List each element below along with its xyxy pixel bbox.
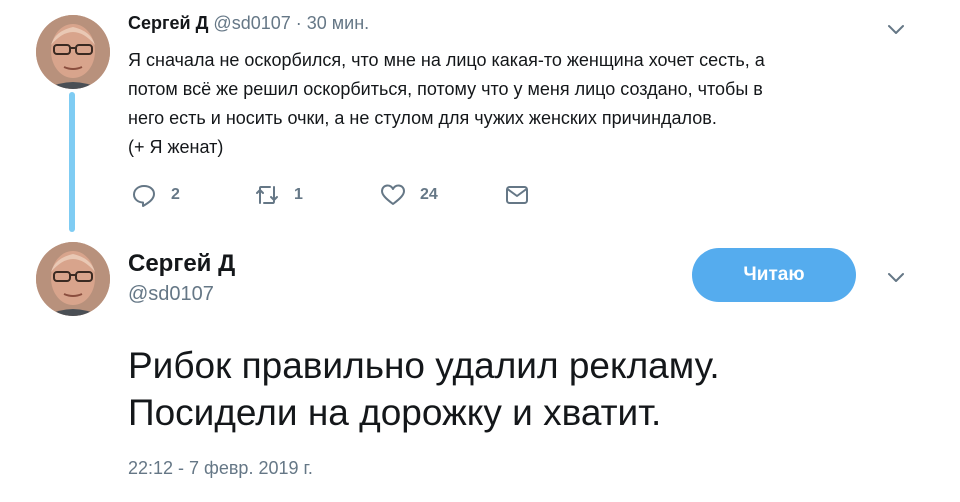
chevron-down-icon[interactable] <box>886 270 906 284</box>
author-handle[interactable]: @sd0107 <box>128 283 214 306</box>
tweet-text-line: Я сначала не оскорбился, что мне на лицо… <box>128 50 765 70</box>
author-handle[interactable]: @sd0107 <box>213 13 290 33</box>
tweet-date[interactable]: 22:12 - 7 февр. 2019 г. <box>128 458 313 479</box>
main-tweet-text: Рибок правильно удалил рекламу. Посидели… <box>128 342 928 436</box>
avatar-portrait-icon <box>36 242 110 316</box>
tweet-text-line: Посидели на дорожку и хватит. <box>128 392 662 433</box>
like-count: 24 <box>420 186 438 203</box>
reply-tweet: Сергей Д @sd0107 · 30 мин. Я сначала не … <box>0 0 960 236</box>
reply-count: 2 <box>171 186 180 203</box>
tweet-text-line: (+ Я женат) <box>128 137 224 157</box>
separator-dot: · <box>295 13 302 33</box>
envelope-icon <box>506 186 528 204</box>
tweet-text-line: Рибок правильно удалил рекламу. <box>128 345 720 386</box>
retweet-button[interactable]: 1 <box>254 182 303 208</box>
heart-icon <box>381 184 405 205</box>
direct-message-button[interactable] <box>504 182 530 208</box>
tweet-text-line: потом всё же решил оскорбиться, потому ч… <box>128 79 763 99</box>
reply-tweet-header: Сергей Д @sd0107 · 30 мин. <box>128 13 369 34</box>
author-name[interactable]: Сергей Д <box>128 13 208 33</box>
avatar[interactable] <box>36 242 110 316</box>
thread-connector-line <box>69 92 75 232</box>
author-name[interactable]: Сергей Д <box>128 250 235 278</box>
avatar-portrait-icon <box>36 15 110 89</box>
tweet-timestamp[interactable]: 30 мин. <box>307 13 369 33</box>
reply-icon <box>133 185 155 207</box>
retweet-icon <box>256 186 278 204</box>
chevron-down-icon[interactable] <box>886 22 906 36</box>
retweet-count: 1 <box>294 186 303 203</box>
following-button[interactable]: Читаю <box>692 248 856 302</box>
tweet-text-line: него есть и носить очки, а не стулом для… <box>128 108 717 128</box>
reply-tweet-text: Я сначала не оскорбился, что мне на лицо… <box>128 46 908 162</box>
like-button[interactable]: 24 <box>380 182 438 208</box>
reply-button[interactable]: 2 <box>131 182 180 208</box>
avatar[interactable] <box>36 15 110 89</box>
